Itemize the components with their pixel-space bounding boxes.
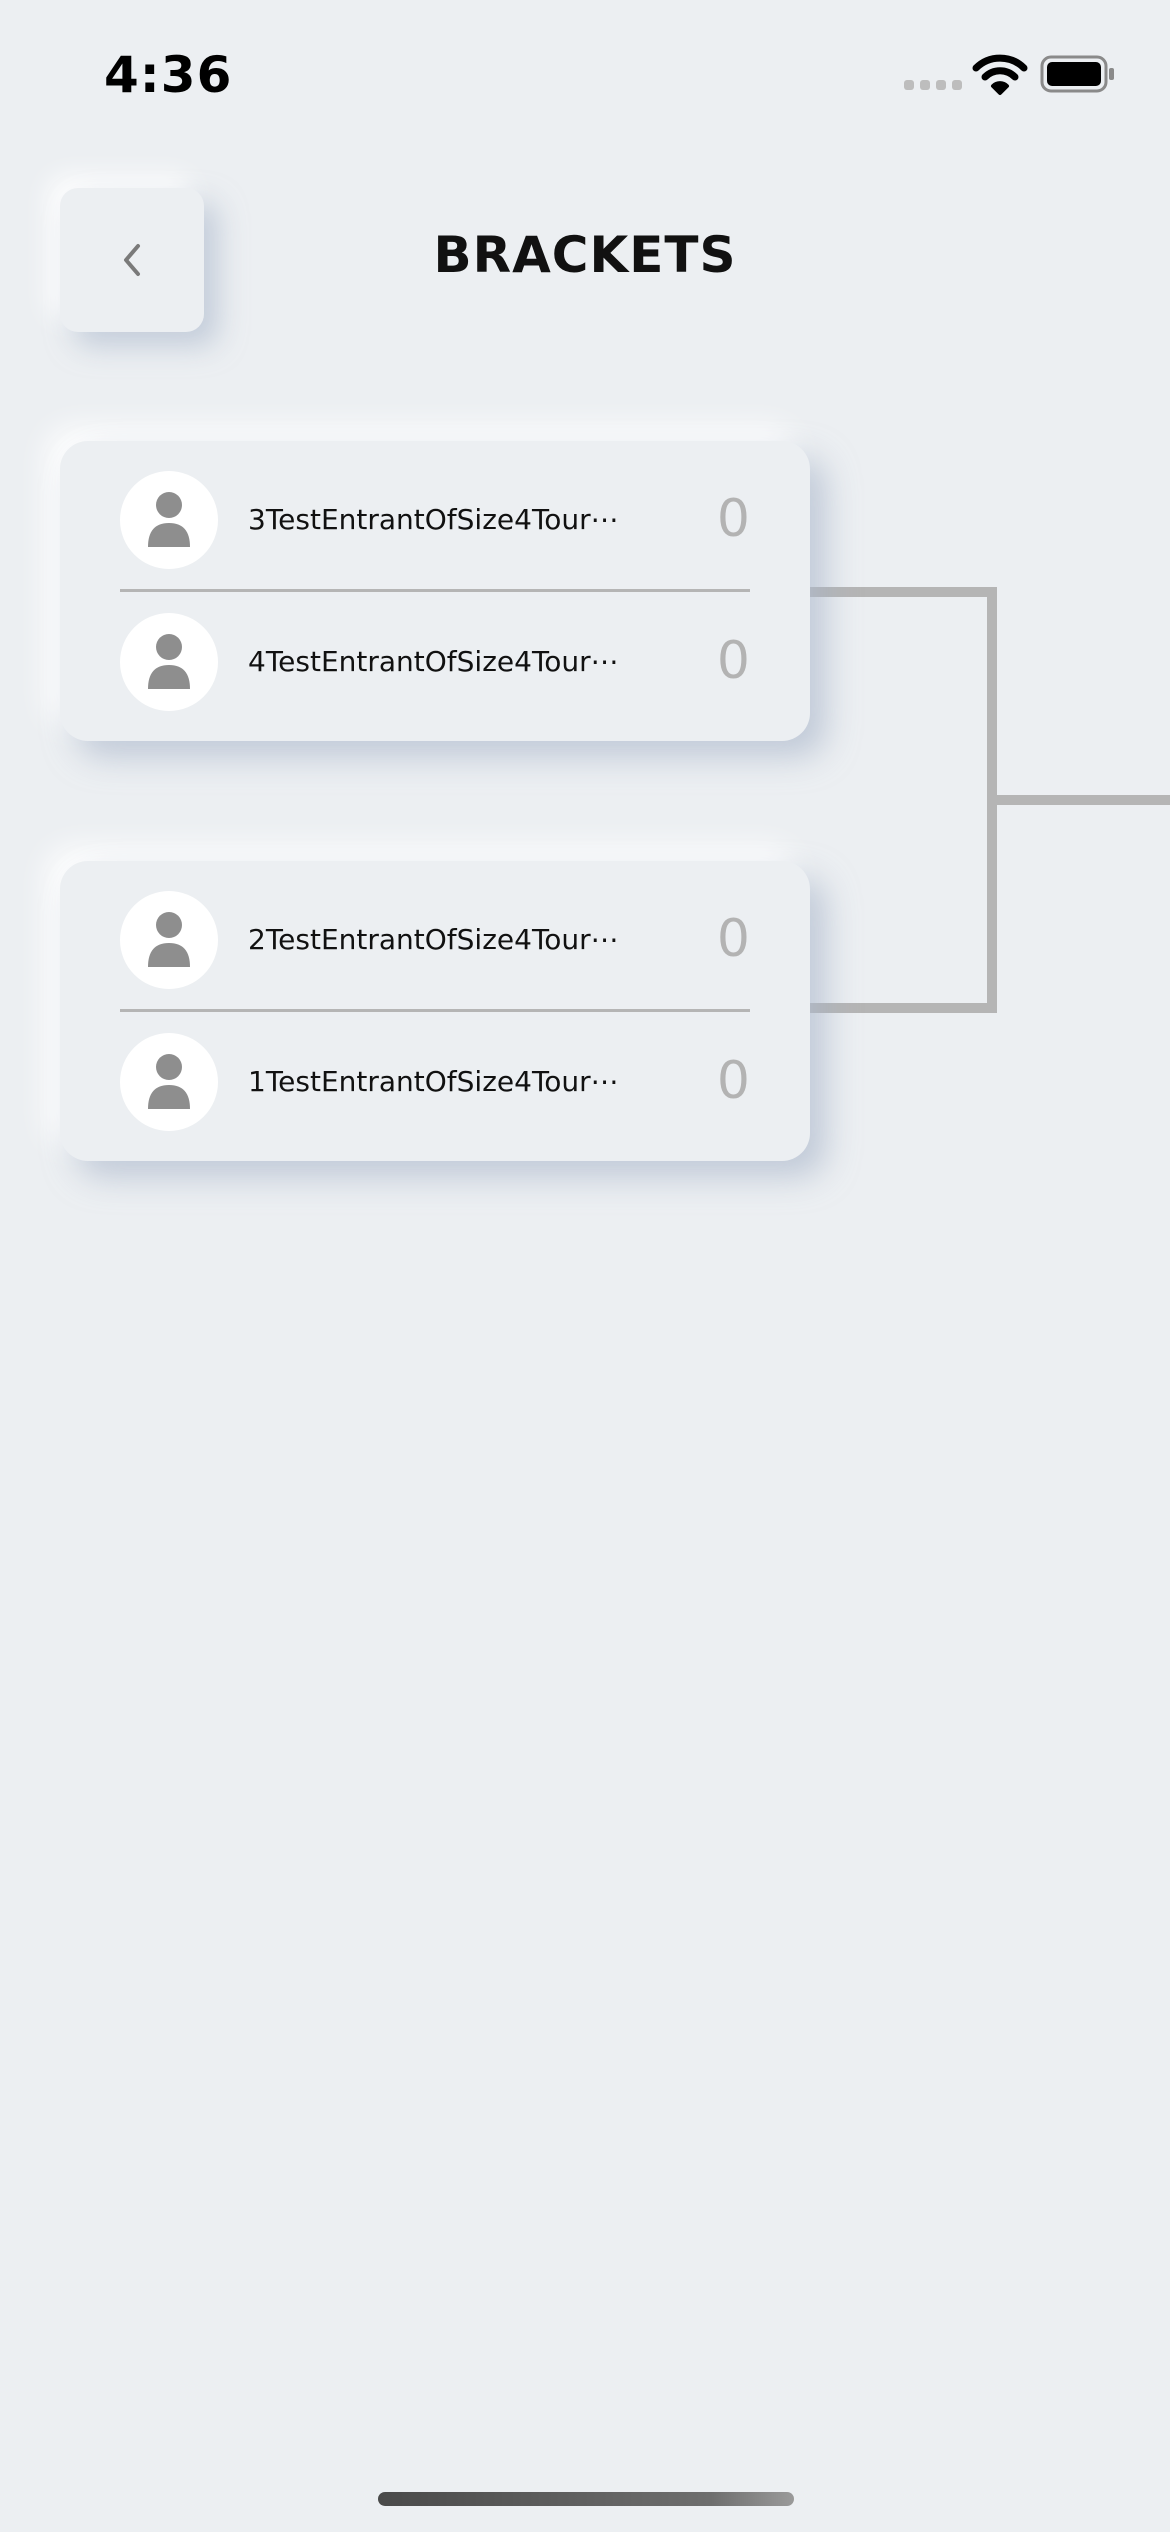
status-time: 4:36 xyxy=(104,46,233,104)
match-card[interactable]: 3TestEntrantOfSize4Tour⋯ 0 4TestEntrantO… xyxy=(60,441,810,741)
entrant-name: 1TestEntrantOfSize4Tour⋯ xyxy=(248,1065,619,1098)
avatar xyxy=(120,471,218,569)
status-bar: 4:36 xyxy=(0,0,1170,150)
avatar xyxy=(120,891,218,989)
home-indicator[interactable] xyxy=(378,2492,794,2506)
person-icon xyxy=(148,492,190,547)
entrant-score: 0 xyxy=(716,489,750,549)
battery-icon xyxy=(1040,55,1114,93)
cellular-signal-icon xyxy=(904,80,962,90)
entrant-row[interactable]: 1TestEntrantOfSize4Tour⋯ 0 xyxy=(60,1003,810,1145)
entrant-name: 2TestEntrantOfSize4Tour⋯ xyxy=(248,923,619,956)
person-icon xyxy=(148,912,190,967)
avatar xyxy=(120,1033,218,1131)
avatar xyxy=(120,613,218,711)
page-title: BRACKETS xyxy=(433,226,737,284)
entrant-row[interactable]: 2TestEntrantOfSize4Tour⋯ 0 xyxy=(60,861,810,1012)
entrant-row[interactable]: 3TestEntrantOfSize4Tour⋯ 0 xyxy=(60,441,810,592)
entrant-score: 0 xyxy=(716,1051,750,1111)
entrant-score: 0 xyxy=(716,631,750,691)
entrant-name: 3TestEntrantOfSize4Tour⋯ xyxy=(248,503,619,536)
entrant-row[interactable]: 4TestEntrantOfSize4Tour⋯ 0 xyxy=(60,583,810,725)
entrant-score: 0 xyxy=(716,909,750,969)
bracket-connector xyxy=(810,587,1170,1013)
person-icon xyxy=(148,1054,190,1109)
match-card[interactable]: 2TestEntrantOfSize4Tour⋯ 0 1TestEntrantO… xyxy=(60,861,810,1161)
wifi-icon xyxy=(972,54,1028,95)
person-icon xyxy=(148,634,190,689)
entrant-name: 4TestEntrantOfSize4Tour⋯ xyxy=(248,645,619,678)
